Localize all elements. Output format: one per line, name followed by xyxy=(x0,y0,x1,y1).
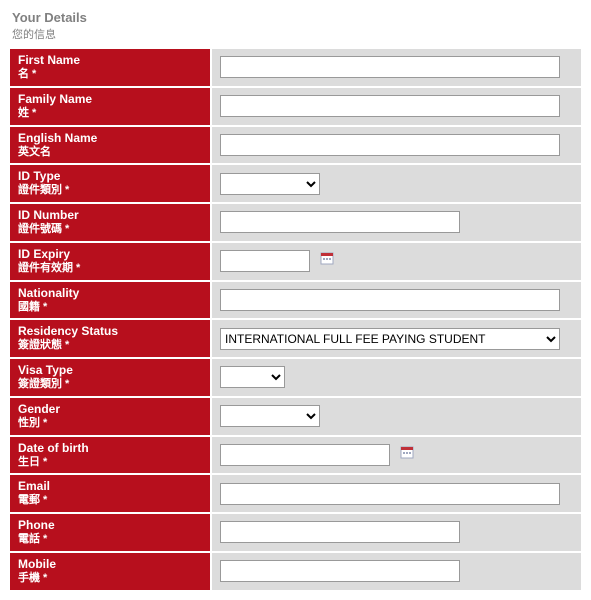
label-nationality: Nationality 國籍 * xyxy=(10,282,210,319)
section-header: Your Details 您的信息 xyxy=(8,8,583,45)
calendar-icon[interactable] xyxy=(400,445,414,464)
label-residencyStatus-en: Residency Status xyxy=(18,324,118,338)
label-dob-en: Date of birth xyxy=(18,441,89,455)
label-mobile-en: Mobile xyxy=(18,557,56,571)
select-idType[interactable] xyxy=(220,173,320,195)
calendar-icon[interactable] xyxy=(320,251,334,270)
label-gender-en: Gender xyxy=(18,402,60,416)
label-mobile: Mobile 手機 * xyxy=(10,553,210,590)
label-englishName-en: English Name xyxy=(18,131,97,145)
input-email[interactable] xyxy=(220,483,560,505)
label-firstName: First Name 名 * xyxy=(10,49,210,86)
label-email-zh: 電郵 * xyxy=(18,494,202,508)
input-idNumber[interactable] xyxy=(220,211,460,233)
label-residencyStatus-zh: 簽證狀態 * xyxy=(18,339,202,353)
label-idType: ID Type 證件類別 * xyxy=(10,165,210,202)
label-visaType-zh: 簽證類別 * xyxy=(18,378,202,392)
input-firstName[interactable] xyxy=(220,56,560,78)
label-gender: Gender 性別 * xyxy=(10,398,210,435)
label-familyName-en: Family Name xyxy=(18,92,92,106)
label-residencyStatus: Residency Status 簽證狀態 * xyxy=(10,320,210,357)
input-familyName[interactable] xyxy=(220,95,560,117)
input-idExpiry[interactable] xyxy=(220,250,310,272)
label-idType-en: ID Type xyxy=(18,169,60,183)
label-dob-zh: 生日 * xyxy=(18,456,202,470)
label-idExpiry: ID Expiry 證件有效期 * xyxy=(10,243,210,280)
label-idExpiry-zh: 證件有效期 * xyxy=(18,262,202,276)
label-englishName: English Name 英文名 xyxy=(10,127,210,164)
label-familyName: Family Name 姓 * xyxy=(10,88,210,125)
section-title-en: Your Details xyxy=(12,10,87,25)
label-visaType-en: Visa Type xyxy=(18,363,73,377)
label-phone-en: Phone xyxy=(18,518,55,532)
your-details-form: First Name 名 * Family Name 姓 * English N… xyxy=(8,47,583,592)
label-idNumber-en: ID Number xyxy=(18,208,79,222)
label-idExpiry-en: ID Expiry xyxy=(18,247,70,261)
input-englishName[interactable] xyxy=(220,134,560,156)
input-mobile[interactable] xyxy=(220,560,460,582)
input-dob[interactable] xyxy=(220,444,390,466)
label-nationality-zh: 國籍 * xyxy=(18,301,202,315)
section-title-zh: 您的信息 xyxy=(12,29,56,41)
input-nationality[interactable] xyxy=(220,289,560,311)
label-email: Email 電郵 * xyxy=(10,475,210,512)
label-familyName-zh: 姓 * xyxy=(18,107,202,121)
label-phone: Phone 電話 * xyxy=(10,514,210,551)
label-idType-zh: 證件類別 * xyxy=(18,184,202,198)
label-nationality-en: Nationality xyxy=(18,286,79,300)
select-visaType[interactable] xyxy=(220,366,285,388)
label-englishName-zh: 英文名 xyxy=(18,146,202,160)
select-gender[interactable] xyxy=(220,405,320,427)
label-dob: Date of birth 生日 * xyxy=(10,437,210,474)
label-email-en: Email xyxy=(18,479,50,493)
label-firstName-zh: 名 * xyxy=(18,68,202,82)
label-idNumber: ID Number 證件號碼 * xyxy=(10,204,210,241)
select-residencyStatus[interactable]: INTERNATIONAL FULL FEE PAYING STUDENT xyxy=(220,328,560,350)
label-firstName-en: First Name xyxy=(18,53,80,67)
input-phone[interactable] xyxy=(220,521,460,543)
label-mobile-zh: 手機 * xyxy=(18,572,202,586)
label-gender-zh: 性別 * xyxy=(18,417,202,431)
label-visaType: Visa Type 簽證類別 * xyxy=(10,359,210,396)
label-idNumber-zh: 證件號碼 * xyxy=(18,223,202,237)
label-phone-zh: 電話 * xyxy=(18,533,202,547)
